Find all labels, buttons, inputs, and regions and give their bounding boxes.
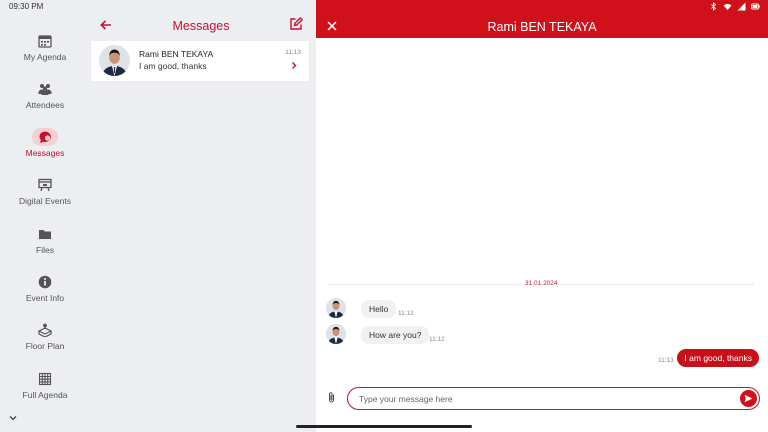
compose-icon[interactable] bbox=[289, 17, 303, 31]
date-label: 31.01.2024 bbox=[522, 280, 561, 287]
stage-icon bbox=[33, 176, 57, 194]
chevron-right-icon bbox=[292, 62, 297, 69]
nav-item-full-agenda[interactable]: Full Agenda bbox=[0, 370, 90, 410]
nav-label: Attendees bbox=[25, 100, 65, 110]
message-bubble: Hello bbox=[361, 300, 397, 318]
nav-item-floor-plan[interactable]: Floor Plan bbox=[0, 321, 90, 361]
message-time: 11:13 bbox=[658, 357, 674, 364]
nav-item-messages[interactable]: Messages bbox=[0, 128, 90, 168]
chat-icon bbox=[32, 128, 58, 146]
nav-item-digital-events[interactable]: Digital Events bbox=[0, 176, 90, 216]
send-button[interactable] bbox=[740, 390, 757, 407]
floor-plan-icon bbox=[33, 321, 57, 339]
message-bubble: How are you? bbox=[361, 326, 430, 344]
calendar-icon bbox=[33, 32, 57, 50]
system-status-icons bbox=[709, 2, 760, 11]
sidebar-nav: My Agenda Attendees Messages Digital Eve… bbox=[0, 0, 90, 432]
chevron-down-icon[interactable] bbox=[8, 413, 18, 423]
avatar bbox=[99, 45, 130, 76]
conversation-time: 11:13 bbox=[285, 49, 301, 56]
message-row: Hello 11:12 bbox=[326, 298, 446, 320]
message-input-container bbox=[347, 387, 760, 410]
conversation-preview: I am good, thanks bbox=[139, 61, 207, 71]
avatar bbox=[326, 298, 346, 318]
page-title: Messages bbox=[172, 19, 230, 33]
nav-label: My Agenda bbox=[23, 52, 67, 62]
message-time: 11:12 bbox=[429, 336, 445, 343]
paperclip-icon[interactable] bbox=[326, 391, 337, 404]
people-icon bbox=[33, 80, 57, 98]
nav-label: Floor Plan bbox=[25, 341, 65, 351]
home-indicator bbox=[296, 425, 472, 428]
nav-label: Event Info bbox=[25, 293, 65, 303]
nav-item-my-agenda[interactable]: My Agenda bbox=[0, 32, 90, 72]
nav-item-files[interactable]: Files bbox=[0, 225, 90, 265]
grid-calendar-icon bbox=[33, 370, 57, 388]
chat-header: Rami BEN TEKAYA bbox=[316, 0, 768, 38]
message-time: 11:12 bbox=[398, 310, 414, 317]
conversation-name: Rami BEN TEKAYA bbox=[139, 49, 214, 59]
wifi-icon bbox=[723, 4, 732, 10]
battery-icon bbox=[751, 3, 760, 10]
info-icon bbox=[33, 273, 57, 291]
bluetooth-icon bbox=[711, 2, 717, 11]
send-icon bbox=[744, 394, 753, 403]
nav-label: Messages bbox=[25, 148, 65, 158]
message-bubble-outgoing: I am good, thanks bbox=[677, 349, 759, 367]
chat-pane: Rami BEN TEKAYA 31.01.2024 Hello 11:12 H… bbox=[316, 0, 768, 432]
messages-header: Messages bbox=[90, 14, 312, 38]
message-row: How are you? 11:12 bbox=[326, 324, 456, 346]
signal-icon bbox=[737, 2, 746, 11]
avatar bbox=[326, 324, 346, 344]
conversation-item[interactable]: Rami BEN TEKAYA I am good, thanks 11:13 bbox=[91, 41, 309, 81]
nav-item-attendees[interactable]: Attendees bbox=[0, 80, 90, 120]
nav-label: Full Agenda bbox=[22, 390, 68, 400]
left-pane: 09:30 PM My Agenda Attendees Messages Di… bbox=[0, 0, 316, 432]
message-input[interactable] bbox=[359, 392, 729, 406]
folder-icon bbox=[33, 225, 57, 243]
nav-item-event-info[interactable]: Event Info bbox=[0, 273, 90, 313]
nav-label: Digital Events bbox=[19, 196, 71, 206]
nav-label: Files bbox=[36, 245, 54, 255]
chat-title: Rami BEN TEKAYA bbox=[487, 20, 597, 34]
